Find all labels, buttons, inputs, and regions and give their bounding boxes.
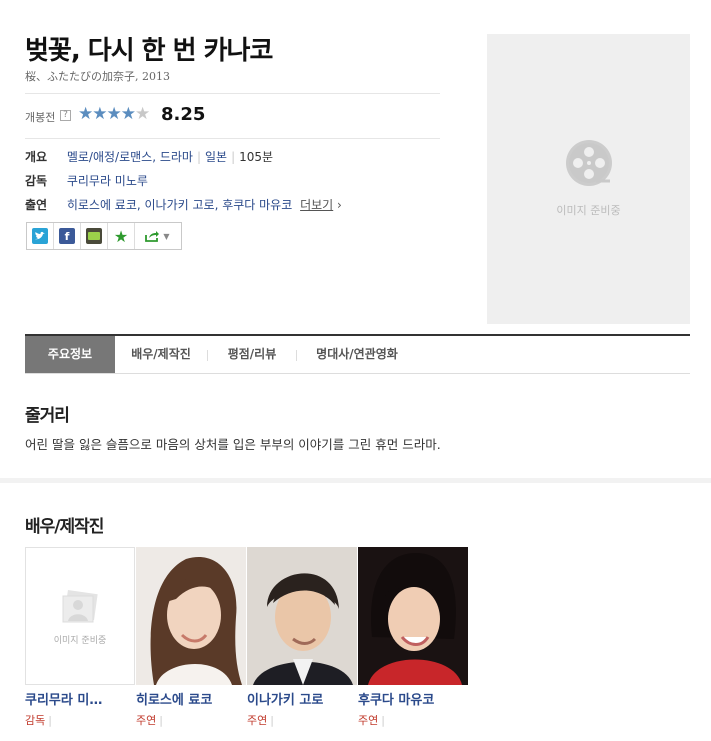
me2day-button[interactable] — [81, 223, 108, 249]
cast-links[interactable]: 히로스에 료코, 이나가키 고로, 후쿠다 마유코 — [67, 198, 292, 212]
twitter-button[interactable] — [27, 223, 54, 249]
person-role: 감독 | — [25, 714, 52, 727]
person-role: 주연 | — [136, 714, 163, 727]
overview-label: 개요 — [25, 150, 48, 164]
director-row: 감독 쿠리무라 미노루 — [25, 172, 148, 189]
synopsis-text: 어린 딸을 잃은 슬픔으로 마음의 상처를 입은 부부의 이야기를 그린 휴먼 … — [25, 437, 441, 452]
person-photo[interactable] — [358, 547, 468, 685]
person-name[interactable]: 이나가키 고로 — [247, 689, 357, 708]
facebook-button[interactable]: f — [54, 223, 81, 249]
cast-card[interactable]: 이나가키 고로 주연 | — [247, 547, 357, 728]
tab-bar: 주요정보 배우/제작진 평점/리뷰 명대사/연관영화 — [25, 334, 690, 374]
star-icon: ★ — [78, 104, 93, 124]
divider — [25, 138, 440, 139]
person-role: 주연 | — [358, 714, 385, 727]
director-link[interactable]: 쿠리무라 미노루 — [67, 174, 148, 188]
rating-score: 8.25 — [161, 104, 206, 125]
person-name[interactable]: 후쿠다 마유코 — [358, 689, 468, 708]
cast-heading: 배우/제작진 — [25, 517, 104, 537]
person-placeholder-text: 이미지 준비중 — [53, 636, 107, 646]
star-bookmark-icon: ★ — [113, 226, 129, 246]
person-name[interactable]: 쿠리무라 미… — [25, 689, 135, 708]
person-photo[interactable] — [136, 547, 246, 685]
chevron-right-icon: › — [337, 198, 342, 212]
twitter-icon — [32, 228, 48, 244]
facebook-icon: f — [59, 228, 75, 244]
me2day-icon — [86, 228, 102, 244]
cast-label: 출연 — [25, 198, 48, 212]
tab-quotes-related[interactable]: 명대사/연관영화 — [297, 336, 417, 373]
overview-row: 개요 멜로/애정/로맨스, 드라마 | 일본 | 105분 — [25, 150, 274, 164]
synopsis-heading: 줄거리 — [25, 406, 70, 426]
bookmark-button[interactable]: ★ — [108, 223, 135, 249]
film-reel-icon — [566, 140, 612, 186]
country-link[interactable]: 일본 — [205, 150, 227, 164]
cast-card[interactable]: 히로스에 료코 주연 | — [136, 547, 246, 728]
person-placeholder[interactable]: 이미지 준비중 — [25, 547, 135, 685]
rating-stars: ★★★★★ — [78, 104, 150, 124]
poster-placeholder: 이미지 준비중 — [487, 34, 690, 324]
runtime: 105분 — [239, 150, 274, 164]
tab-main-info[interactable]: 주요정보 — [25, 336, 115, 373]
cast-row: 출연 히로스에 료코, 이나가키 고로, 후쿠다 마유코 더보기 › — [25, 196, 342, 213]
share-bar: f ★ ▼ — [26, 222, 182, 250]
more-link[interactable]: 더보기 — [300, 198, 333, 212]
movie-title: 벚꽃, 다시 한 번 카나코 — [25, 36, 273, 66]
share-more-button[interactable]: ▼ — [135, 223, 179, 249]
person-role: 주연 | — [247, 714, 274, 727]
person-photo[interactable] — [247, 547, 357, 685]
chevron-down-icon: ▼ — [163, 231, 170, 241]
star-icon: ★ — [92, 104, 107, 124]
star-icon: ★ — [120, 104, 136, 124]
help-icon[interactable]: ? — [60, 110, 71, 121]
divider — [25, 93, 440, 94]
cast-card[interactable]: 이미지 준비중 쿠리무라 미… 감독 | — [25, 547, 135, 728]
director-label: 감독 — [25, 174, 48, 188]
star-empty-icon: ★ — [135, 104, 150, 124]
movie-original-title: 桜、ふたたびの加奈子, 2013 — [25, 70, 170, 83]
person-name[interactable]: 히로스에 료코 — [136, 689, 246, 708]
poster-placeholder-text: 이미지 준비중 — [556, 204, 621, 217]
genre-link[interactable]: 멜로/애정/로맨스, 드라마 — [67, 150, 193, 164]
star-icon: ★ — [106, 104, 122, 124]
cast-card[interactable]: 후쿠다 마유코 주연 | — [358, 547, 468, 728]
tab-cast-crew[interactable]: 배우/제작진 — [115, 336, 207, 373]
share-icon — [145, 231, 160, 242]
tab-reviews[interactable]: 평점/리뷰 — [208, 336, 296, 373]
image-placeholder-icon — [62, 590, 98, 623]
rating-label: 개봉전 — [25, 111, 56, 124]
section-divider — [0, 478, 711, 483]
